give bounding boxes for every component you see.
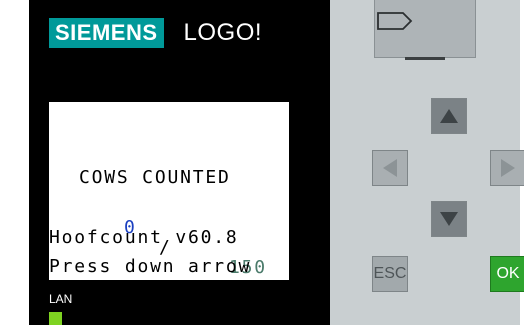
arrow-left-icon	[383, 159, 397, 177]
right-arrow-button[interactable]	[490, 150, 524, 186]
lcd-display: COWS COUNTED 0 / 150 Hoofcount v60.8 Pre…	[49, 102, 289, 280]
ok-button[interactable]: OK	[490, 256, 524, 292]
arrow-up-icon	[440, 109, 458, 123]
up-arrow-button[interactable]	[431, 98, 467, 134]
count-readout: 0 / 150	[49, 198, 289, 298]
siemens-logo: SIEMENS	[49, 18, 164, 48]
memory-card-slot	[374, 0, 476, 60]
card-slot-lip	[405, 57, 445, 60]
brand-bar: SIEMENS LOGO!	[49, 18, 262, 48]
arrow-down-icon	[440, 212, 458, 226]
display-title: COWS COUNTED	[79, 167, 231, 188]
memory-card-icon	[377, 12, 413, 30]
version-text: Hoofcount v60.8	[49, 227, 239, 248]
left-arrow-button[interactable]	[372, 150, 408, 186]
product-logo: LOGO!	[183, 19, 263, 46]
lan-label: LAN	[49, 292, 73, 306]
lan-status-led	[49, 312, 62, 325]
esc-button[interactable]: ESC	[372, 256, 408, 292]
keypad-panel: ESC OK	[330, 0, 524, 325]
arrow-right-icon	[501, 159, 515, 177]
logo-device: SIEMENS LOGO! COWS COUNTED 0 / 150 Hoofc…	[29, 0, 524, 325]
hint-text: Press down arrow	[49, 256, 252, 277]
down-arrow-button[interactable]	[431, 201, 467, 237]
